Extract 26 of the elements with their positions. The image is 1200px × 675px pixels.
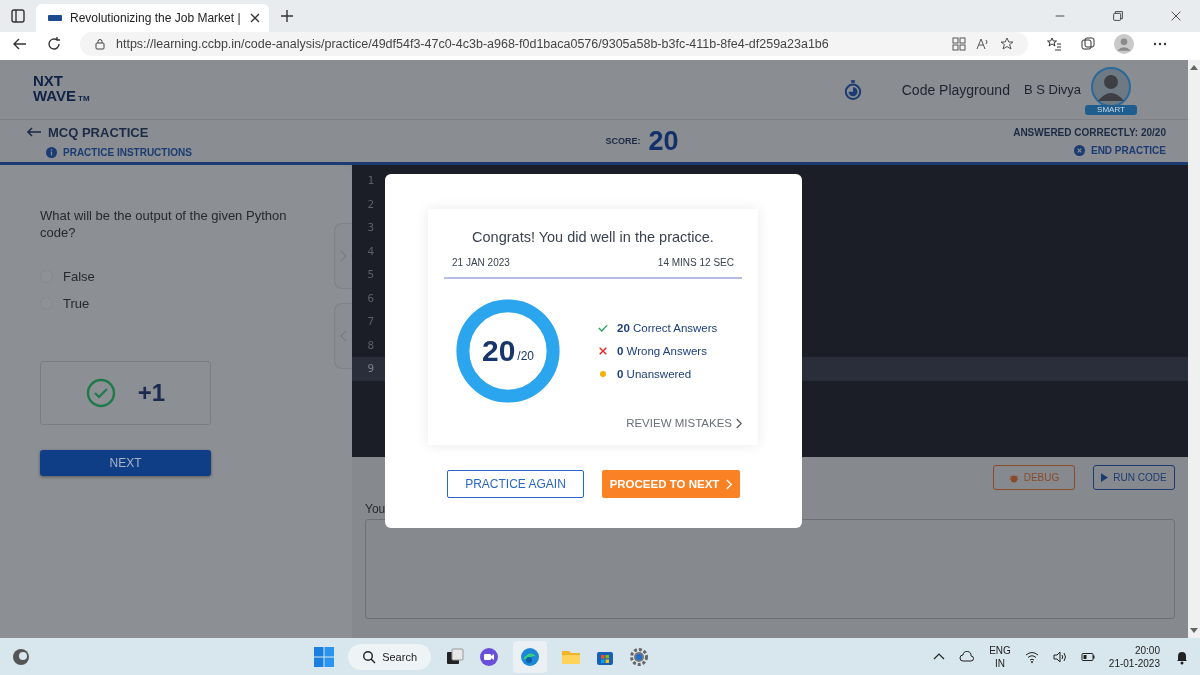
- line-number: 3: [366, 221, 374, 235]
- answer-stat: 20 Correct Answers: [617, 322, 718, 334]
- smart-badge: SMART: [1085, 104, 1137, 115]
- line-number: 5: [366, 268, 374, 282]
- score-total: /20: [517, 349, 535, 363]
- question-text: What will be the output of the given Python code?: [40, 207, 288, 241]
- line-number: 4: [366, 244, 374, 258]
- line-number: 6: [366, 291, 374, 305]
- input-label: You: [365, 502, 387, 516]
- practice-duration: 14 MINS 12 SEC: [657, 257, 734, 268]
- line-number: 1: [366, 174, 374, 188]
- score-value: 20: [481, 334, 516, 368]
- points-earned: +1: [137, 379, 166, 407]
- page-title: MCQ PRACTICE: [48, 124, 149, 140]
- practice-date: 21 JAN 2023: [452, 257, 510, 268]
- answer-stat: 0 Unanswered: [617, 368, 692, 380]
- line-number: 8: [366, 338, 374, 352]
- answer-stat: 0 Wrong Answers: [617, 345, 707, 357]
- line-number: 2: [366, 197, 374, 211]
- score-value: 20: [648, 125, 679, 157]
- answered-count: ANSWERED CORRECTLY: 20/20: [1013, 126, 1166, 138]
- score-label: SCORE:: [605, 136, 641, 146]
- line-number: 9: [366, 362, 374, 376]
- dialog-title: Congrats! You did well in the practice.: [471, 229, 715, 245]
- user-name: B S Divya: [1023, 82, 1081, 97]
- line-number: 7: [366, 315, 374, 329]
